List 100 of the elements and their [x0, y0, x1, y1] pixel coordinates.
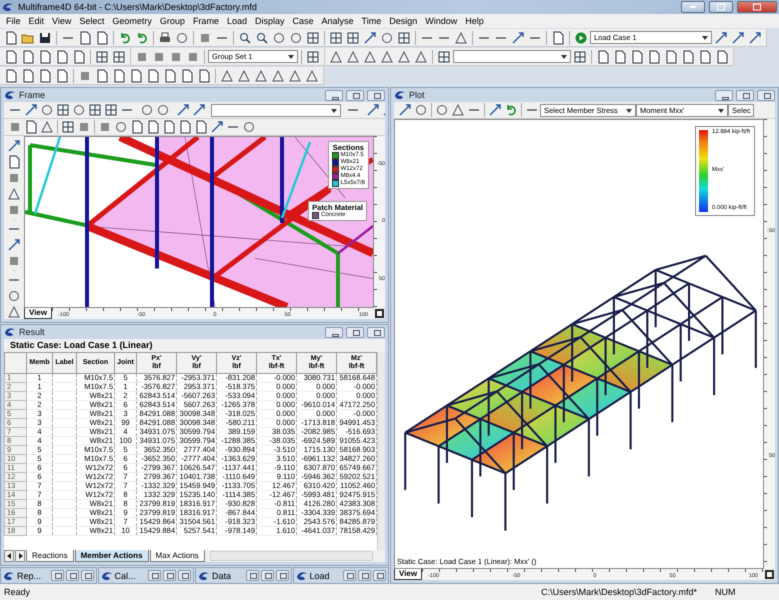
- document-icon[interactable]: [95, 68, 109, 82]
- triangle-icon[interactable]: [380, 50, 394, 64]
- undo-icon[interactable]: [118, 30, 132, 44]
- close-button[interactable]: [373, 570, 386, 581]
- close-button[interactable]: [80, 570, 94, 581]
- document-icon[interactable]: [647, 50, 661, 64]
- zoom-icon[interactable]: [255, 30, 269, 44]
- document-icon[interactable]: [55, 50, 69, 64]
- maximize-button[interactable]: [709, 1, 733, 13]
- menu-item[interactable]: Frame: [188, 16, 223, 26]
- triangle-icon[interactable]: [414, 50, 428, 64]
- grid-icon[interactable]: [329, 30, 343, 44]
- document-icon[interactable]: [129, 68, 143, 82]
- corner-box[interactable]: [375, 309, 384, 318]
- arrow-icon[interactable]: [714, 30, 728, 44]
- next-sheet-button[interactable]: [15, 550, 25, 562]
- grid-icon[interactable]: [88, 103, 102, 117]
- document-icon[interactable]: [664, 50, 678, 64]
- circle-icon[interactable]: [156, 103, 170, 117]
- document-icon[interactable]: [197, 68, 211, 82]
- document-icon[interactable]: [613, 50, 627, 64]
- circle-icon[interactable]: [7, 289, 21, 303]
- menu-item[interactable]: Edit: [24, 16, 48, 26]
- menu-item[interactable]: Group: [156, 16, 189, 26]
- menu-item[interactable]: Time: [358, 16, 386, 26]
- maximize-button[interactable]: [358, 570, 371, 581]
- vertical-scrollbar[interactable]: [377, 352, 385, 550]
- arrow-icon[interactable]: [363, 30, 377, 44]
- triangle-icon[interactable]: [7, 305, 21, 319]
- menu-item[interactable]: Select: [75, 16, 108, 26]
- document-icon[interactable]: [21, 50, 35, 64]
- triangle-icon[interactable]: [254, 68, 268, 82]
- triangle-icon[interactable]: [288, 68, 302, 82]
- arrow-icon[interactable]: [511, 30, 525, 44]
- triangle-icon[interactable]: [7, 187, 21, 201]
- grid-icon[interactable]: [56, 103, 70, 117]
- triangle-icon[interactable]: [363, 50, 377, 64]
- view-tab[interactable]: View: [24, 308, 52, 319]
- document-icon[interactable]: [4, 68, 18, 82]
- circle-icon[interactable]: [72, 103, 86, 117]
- horizontal-scrollbar[interactable]: [210, 551, 373, 561]
- circle-icon[interactable]: [242, 120, 256, 134]
- triangle-icon[interactable]: [271, 68, 285, 82]
- document-icon[interactable]: [55, 68, 69, 82]
- grid-icon[interactable]: [306, 50, 320, 64]
- arrow-icon[interactable]: [210, 120, 224, 134]
- play-icon[interactable]: [574, 30, 588, 44]
- document-icon[interactable]: [4, 30, 18, 44]
- maximize-button[interactable]: [260, 570, 274, 581]
- maximize-button[interactable]: [736, 90, 754, 100]
- document-icon[interactable]: [163, 68, 177, 82]
- arrow-icon[interactable]: [176, 103, 190, 117]
- square-icon[interactable]: [7, 254, 21, 268]
- undo-icon[interactable]: [504, 103, 518, 117]
- arrow-icon[interactable]: [24, 103, 38, 117]
- menu-item[interactable]: Load: [222, 16, 251, 26]
- triangle-icon[interactable]: [40, 120, 54, 134]
- arrow-icon[interactable]: [748, 30, 762, 44]
- maximize-button[interactable]: [346, 90, 364, 100]
- minimize-button[interactable]: [715, 90, 733, 100]
- arrow-icon[interactable]: [7, 139, 21, 153]
- grid-icon[interactable]: [306, 30, 320, 44]
- close-button[interactable]: [737, 1, 777, 13]
- menu-item[interactable]: Case: [288, 16, 318, 26]
- maximize-button[interactable]: [346, 326, 364, 338]
- close-button[interactable]: [367, 326, 385, 338]
- menu-item[interactable]: View: [48, 16, 76, 26]
- document-icon[interactable]: [180, 68, 194, 82]
- grid-icon[interactable]: [112, 50, 126, 64]
- triangle-icon[interactable]: [397, 50, 411, 64]
- menu-item[interactable]: Help: [461, 16, 488, 26]
- maximize-button[interactable]: [163, 570, 176, 581]
- grid-icon[interactable]: [61, 120, 75, 134]
- document-icon[interactable]: [72, 50, 86, 64]
- close-button[interactable]: [276, 570, 288, 581]
- document-icon[interactable]: [4, 50, 18, 64]
- circle-icon[interactable]: [140, 103, 154, 117]
- grid-icon[interactable]: [437, 50, 451, 64]
- restore-button[interactable]: [50, 570, 64, 581]
- zoom-icon[interactable]: [238, 30, 252, 44]
- circle-icon[interactable]: [272, 30, 286, 44]
- close-button[interactable]: [757, 90, 775, 100]
- sheet-tab[interactable]: Member Actions: [74, 550, 149, 562]
- grid-icon[interactable]: [104, 103, 118, 117]
- menu-item[interactable]: Window: [421, 16, 462, 26]
- circle-icon[interactable]: [114, 120, 128, 134]
- grid-icon[interactable]: [573, 50, 587, 64]
- arrow-icon[interactable]: [731, 30, 745, 44]
- document-icon[interactable]: [551, 30, 565, 44]
- triangle-icon[interactable]: [451, 103, 465, 117]
- circle-icon[interactable]: [175, 30, 189, 44]
- menu-item[interactable]: Geometry: [108, 16, 156, 26]
- arrow-icon[interactable]: [7, 238, 21, 252]
- circle-icon[interactable]: [40, 103, 54, 117]
- previous-sheet-button[interactable]: [4, 550, 14, 562]
- circle-icon[interactable]: [289, 30, 303, 44]
- save-icon[interactable]: [38, 30, 52, 44]
- document-icon[interactable]: [596, 50, 610, 64]
- document-icon[interactable]: [681, 50, 695, 64]
- circle-icon[interactable]: [435, 103, 449, 117]
